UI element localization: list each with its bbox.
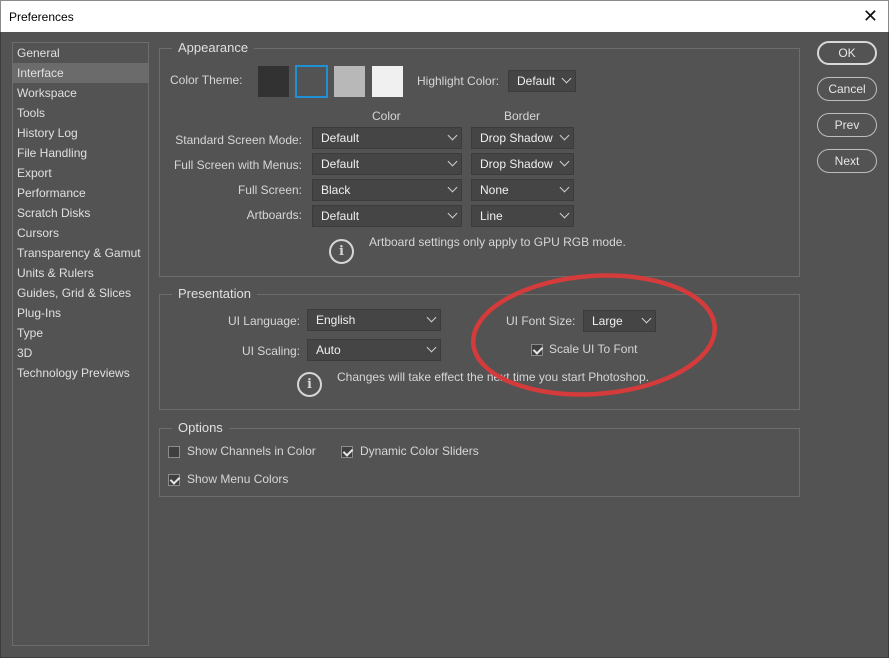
chevron-down-icon <box>447 182 458 193</box>
restart-info-text: Changes will take effect the next time y… <box>337 370 649 384</box>
ui-font-size-dropdown[interactable]: Large <box>583 310 656 332</box>
full-screen-menus-color-value: Default <box>321 157 360 171</box>
info-icon: i <box>329 239 354 264</box>
sidebar-item-type[interactable]: Type <box>13 323 148 343</box>
color-column-header: Color <box>372 109 401 123</box>
show-channels-checkbox[interactable] <box>168 446 180 458</box>
sidebar-item-export[interactable]: Export <box>13 163 148 183</box>
sidebar-item-units-rulers[interactable]: Units & Rulers <box>13 263 148 283</box>
theme-swatch-light[interactable] <box>334 66 365 97</box>
full-screen-menus-border-dropdown[interactable]: Drop Shadow <box>471 153 574 175</box>
full-screen-border-dropdown[interactable]: None <box>471 179 574 201</box>
highlight-color-value: Default <box>517 74 556 88</box>
standard-screen-border-dropdown[interactable]: Drop Shadow <box>471 127 574 149</box>
standard-screen-color-dropdown[interactable]: Default <box>312 127 462 149</box>
theme-swatch-dark[interactable] <box>295 65 328 98</box>
sidebar-item-tools[interactable]: Tools <box>13 103 148 123</box>
border-column-header: Border <box>504 109 541 123</box>
show-channels-label[interactable]: Show Channels in Color <box>187 444 316 458</box>
chevron-down-icon <box>559 130 570 141</box>
title-bar: Preferences ✕ <box>0 0 889 32</box>
sidebar-item-3d[interactable]: 3D <box>13 343 148 363</box>
standard-screen-color-value: Default <box>321 131 360 145</box>
full-screen-color-dropdown[interactable]: Black <box>312 179 462 201</box>
artboards-label: Artboards: <box>246 208 302 222</box>
theme-swatch-lightest[interactable] <box>372 66 403 97</box>
chevron-down-icon <box>447 208 458 219</box>
sidebar-item-transparency-gamut[interactable]: Transparency & Gamut <box>13 243 148 263</box>
chevron-down-icon <box>641 313 652 324</box>
sidebar-item-scratch-disks[interactable]: Scratch Disks <box>13 203 148 223</box>
ui-language-value: English <box>316 313 356 327</box>
appearance-title: Appearance <box>172 40 255 55</box>
ok-button[interactable]: OK <box>817 41 877 65</box>
scale-ui-to-font-checkbox[interactable] <box>531 344 543 356</box>
ui-language-label: UI Language: <box>227 314 300 328</box>
full-screen-border-value: None <box>480 183 509 197</box>
standard-screen-border-value: Drop Shadow <box>480 131 553 145</box>
full-screen-menus-border-value: Drop Shadow <box>480 157 553 171</box>
artboards-border-dropdown[interactable]: Line <box>471 205 574 227</box>
options-group: Options <box>159 420 800 497</box>
presentation-title: Presentation <box>172 286 257 301</box>
artboards-border-value: Line <box>480 209 503 223</box>
window-title: Preferences <box>9 10 74 24</box>
scale-ui-to-font-label[interactable]: Scale UI To Font <box>549 342 638 356</box>
preferences-dialog: General Interface Workspace Tools Histor… <box>0 32 889 658</box>
sidebar-item-general[interactable]: General <box>13 43 148 63</box>
artboards-color-value: Default <box>321 209 360 223</box>
ui-language-dropdown[interactable]: English <box>307 309 441 331</box>
sidebar-item-performance[interactable]: Performance <box>13 183 148 203</box>
artboard-info-text: Artboard settings only apply to GPU RGB … <box>369 235 626 249</box>
chevron-down-icon <box>561 73 572 84</box>
close-icon[interactable]: ✕ <box>863 6 878 26</box>
chevron-down-icon <box>447 130 458 141</box>
sidebar-item-guides-grid-slices[interactable]: Guides, Grid & Slices <box>13 283 148 303</box>
chevron-down-icon <box>426 312 437 323</box>
ui-scaling-label: UI Scaling: <box>241 344 300 358</box>
highlight-color-dropdown[interactable]: Default <box>508 70 576 92</box>
chevron-down-icon <box>447 156 458 167</box>
next-button[interactable]: Next <box>817 149 877 173</box>
show-menu-colors-checkbox[interactable] <box>168 474 180 486</box>
color-theme-label: Color Theme: <box>170 73 243 87</box>
chevron-down-icon <box>426 342 437 353</box>
chevron-down-icon <box>559 208 570 219</box>
sidebar-item-workspace[interactable]: Workspace <box>13 83 148 103</box>
ui-font-size-value: Large <box>592 314 623 328</box>
sidebar-item-plug-ins[interactable]: Plug-Ins <box>13 303 148 323</box>
show-menu-colors-label[interactable]: Show Menu Colors <box>187 472 288 486</box>
sidebar-item-file-handling[interactable]: File Handling <box>13 143 148 163</box>
theme-swatch-darkest[interactable] <box>258 66 289 97</box>
sidebar-item-technology-previews[interactable]: Technology Previews <box>13 363 148 383</box>
options-title: Options <box>172 420 229 435</box>
ui-scaling-value: Auto <box>316 343 341 357</box>
sidebar-item-interface[interactable]: Interface <box>13 63 148 83</box>
dynamic-color-sliders-label[interactable]: Dynamic Color Sliders <box>360 444 479 458</box>
artboards-color-dropdown[interactable]: Default <box>312 205 462 227</box>
ui-scaling-dropdown[interactable]: Auto <box>307 339 441 361</box>
full-screen-label: Full Screen: <box>237 183 302 197</box>
ui-font-size-label: UI Font Size: <box>506 314 576 328</box>
highlight-color-label: Highlight Color: <box>417 74 500 88</box>
sidebar-item-cursors[interactable]: Cursors <box>13 223 148 243</box>
full-screen-menus-color-dropdown[interactable]: Default <box>312 153 462 175</box>
chevron-down-icon <box>559 156 570 167</box>
chevron-down-icon <box>559 182 570 193</box>
sidebar-item-history-log[interactable]: History Log <box>13 123 148 143</box>
cancel-button[interactable]: Cancel <box>817 77 877 101</box>
info-icon: i <box>297 372 322 397</box>
sidebar: General Interface Workspace Tools Histor… <box>12 42 149 646</box>
standard-screen-mode-label: Standard Screen Mode: <box>175 133 302 147</box>
dynamic-color-sliders-checkbox[interactable] <box>341 446 353 458</box>
full-screen-color-value: Black <box>321 183 351 197</box>
full-screen-menus-label: Full Screen with Menus: <box>173 158 302 172</box>
prev-button[interactable]: Prev <box>817 113 877 137</box>
